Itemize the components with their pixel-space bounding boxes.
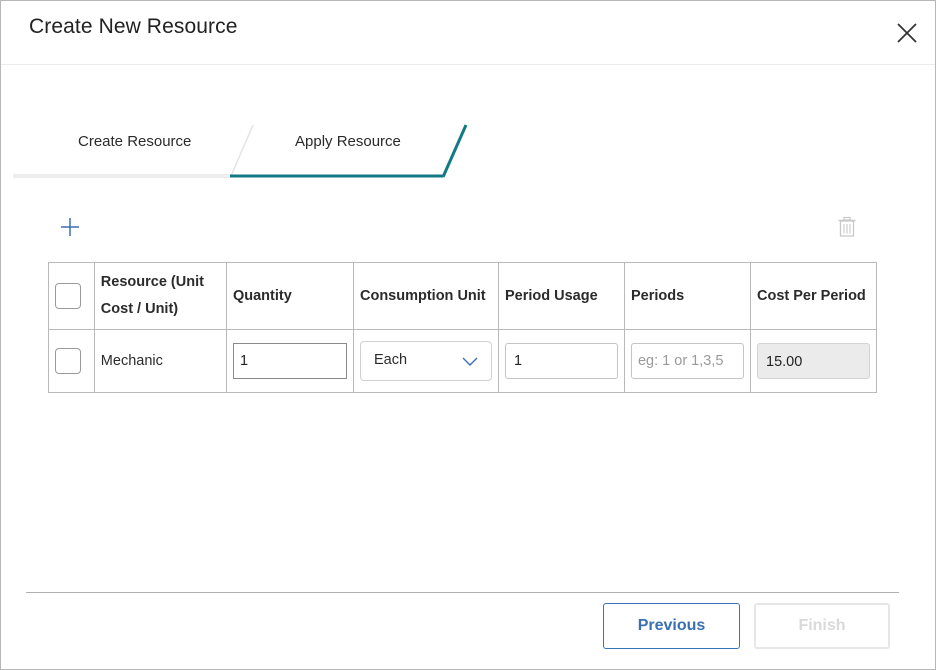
footer-divider bbox=[26, 592, 899, 593]
header-checkbox-cell bbox=[48, 262, 95, 330]
cost-per-period-value: 15.00 bbox=[757, 343, 870, 379]
wizard-stepper: Create Resource Apply Resource bbox=[13, 123, 473, 179]
finish-button[interactable]: Finish bbox=[754, 603, 890, 649]
period-usage-input[interactable] bbox=[504, 343, 618, 379]
header-consumption-unit: Consumption Unit bbox=[352, 262, 499, 330]
consumption-unit-select[interactable]: Each bbox=[359, 341, 492, 381]
chevron-down-icon bbox=[462, 357, 478, 366]
dialog-header: Create New Resource bbox=[1, 1, 935, 65]
cost-per-period-cell: 15.00 bbox=[750, 329, 877, 393]
periods-cell bbox=[623, 329, 752, 393]
resource-name: Mechanic bbox=[93, 329, 227, 393]
header-cost-per-period: Cost Per Period bbox=[750, 262, 877, 330]
quantity-cell bbox=[225, 329, 354, 393]
previous-button[interactable]: Previous bbox=[603, 603, 740, 649]
dialog-title: Create New Resource bbox=[29, 15, 238, 38]
table-header-row: Resource (Unit Cost / Unit) Quantity Con… bbox=[48, 262, 877, 330]
select-all-checkbox[interactable] bbox=[55, 283, 81, 309]
close-icon[interactable] bbox=[894, 20, 920, 46]
header-periods: Periods bbox=[623, 262, 752, 330]
trash-icon[interactable] bbox=[836, 216, 858, 238]
step-apply-resource[interactable]: Apply Resource bbox=[295, 133, 401, 150]
resource-table: Resource (Unit Cost / Unit) Quantity Con… bbox=[48, 262, 877, 393]
period-usage-cell bbox=[497, 329, 625, 393]
consumption-unit-value: Each bbox=[373, 352, 408, 368]
periods-input[interactable] bbox=[630, 343, 744, 379]
header-quantity: Quantity bbox=[225, 262, 354, 330]
header-period-usage: Period Usage bbox=[497, 262, 625, 330]
row-checkbox-cell bbox=[48, 329, 95, 393]
stepper-graphic bbox=[13, 124, 468, 178]
create-resource-dialog: Create New Resource Create Resource Appl… bbox=[0, 0, 936, 670]
quantity-input[interactable] bbox=[232, 343, 347, 379]
step-create-resource[interactable]: Create Resource bbox=[78, 133, 191, 150]
consumption-unit-cell: Each bbox=[352, 329, 499, 393]
header-resource: Resource (Unit Cost / Unit) bbox=[93, 262, 227, 330]
table-row: Mechanic Each bbox=[48, 329, 877, 393]
row-checkbox[interactable] bbox=[55, 348, 81, 374]
plus-icon[interactable] bbox=[58, 215, 82, 239]
